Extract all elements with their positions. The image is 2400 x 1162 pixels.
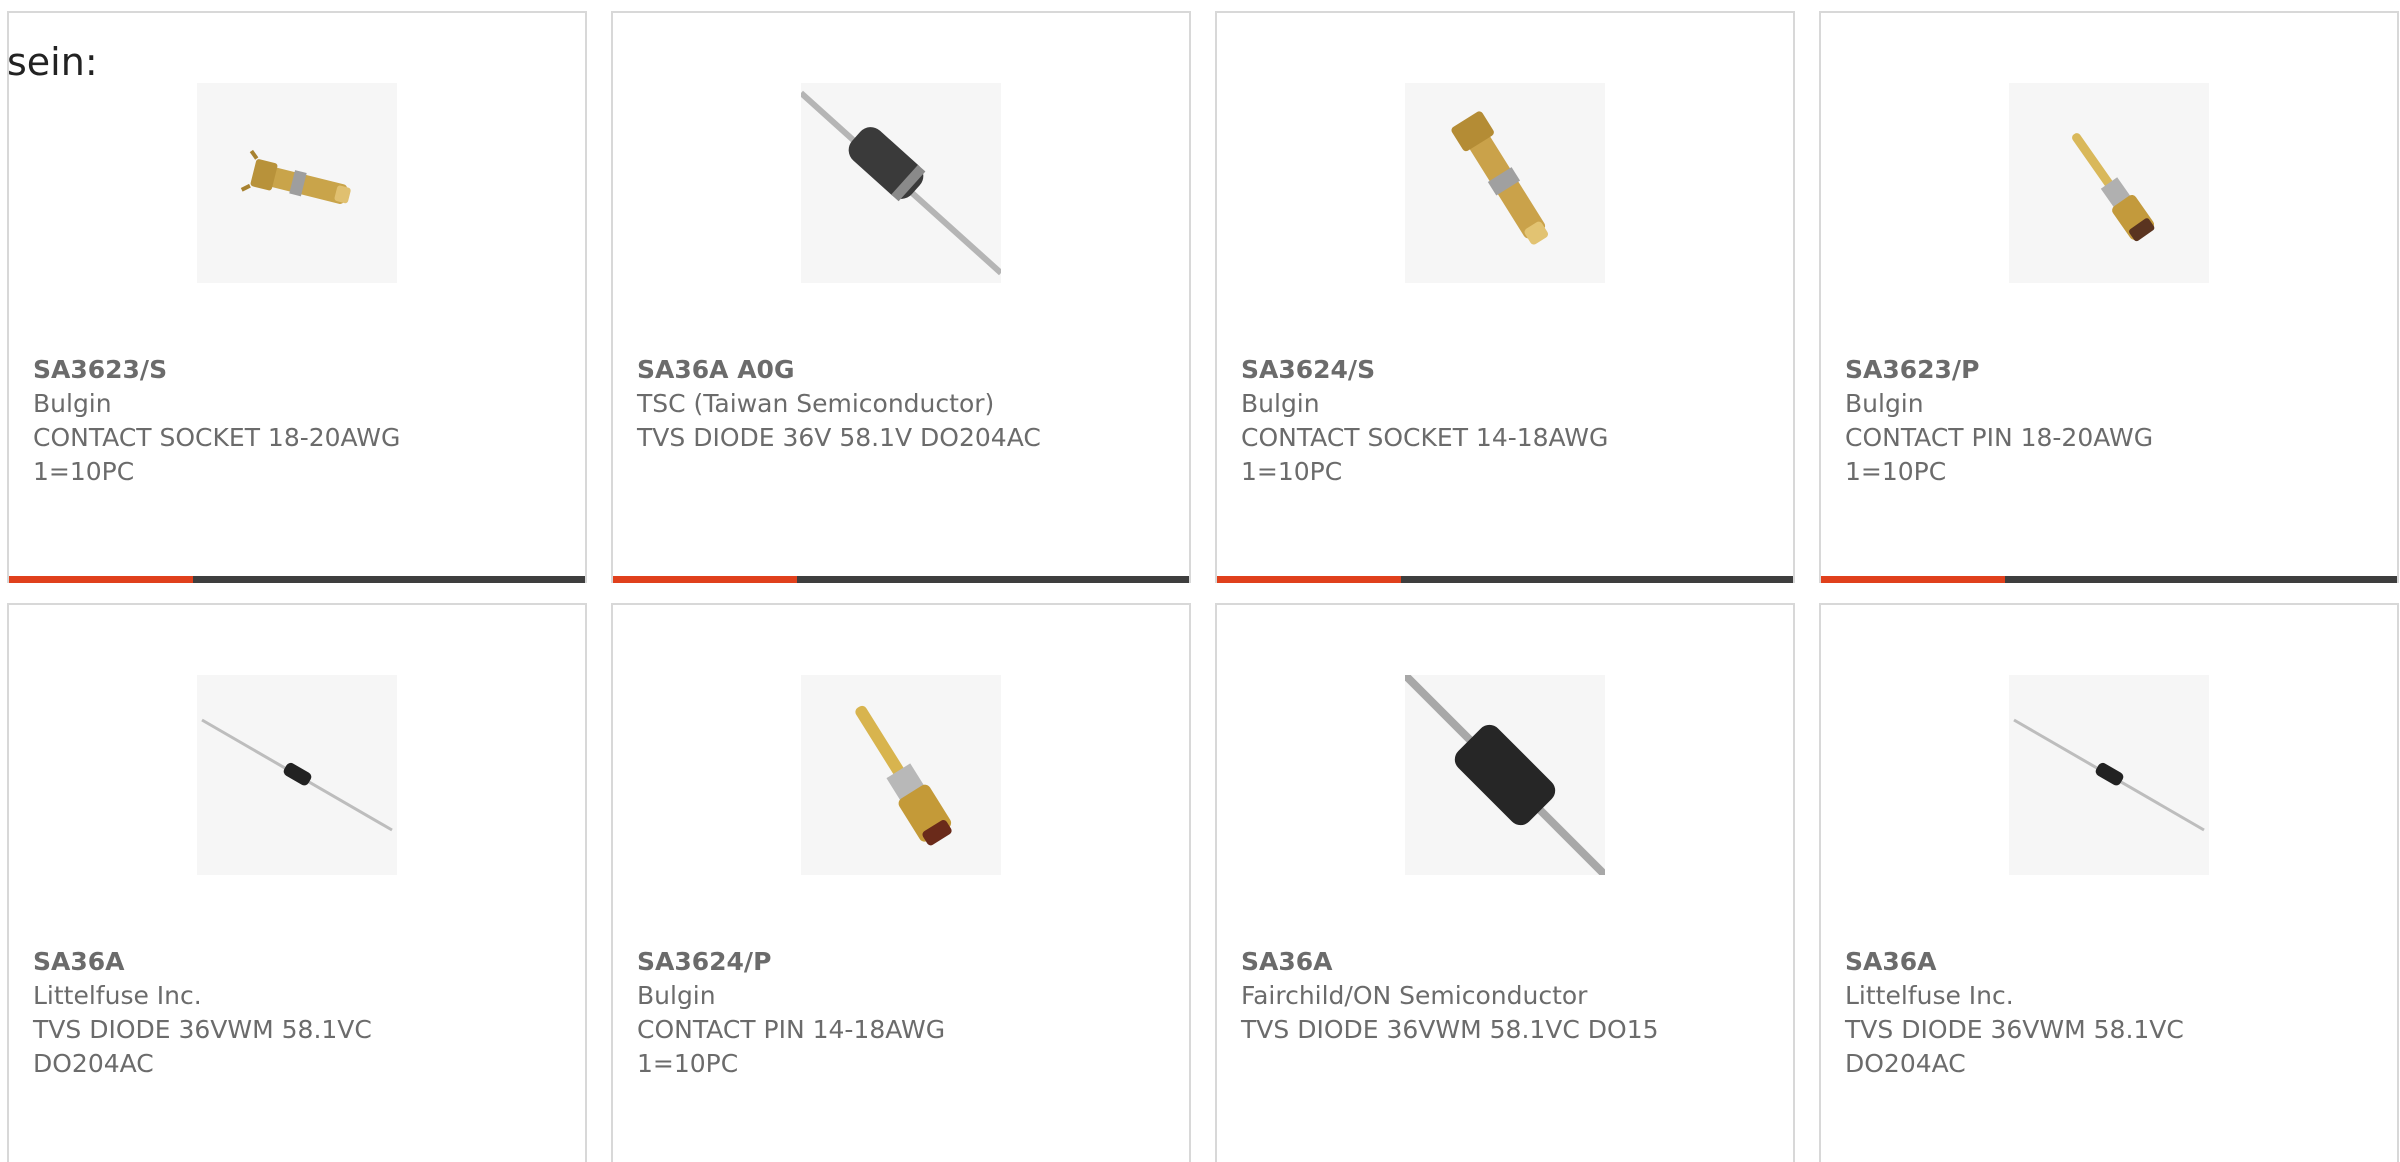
product-info: SA36A A0G TSC (Taiwan Semiconductor) TVS… <box>637 353 1177 455</box>
product-card[interactable]: SA3623/P Bulgin CONTACT PIN 18-20AWG 1=1… <box>1819 11 2399 583</box>
part-number[interactable]: SA36A <box>33 945 573 979</box>
progress-fill <box>9 576 194 583</box>
description: CONTACT SOCKET 14-18AWG <box>1241 423 1609 452</box>
description-extra: 1=10PC <box>1241 457 1343 486</box>
manufacturer: Bulgin <box>637 981 716 1010</box>
product-card[interactable]: SA3623/S Bulgin CONTACT SOCKET 18-20AWG … <box>7 11 587 583</box>
product-image <box>2009 675 2209 875</box>
product-info: SA36A Fairchild/ON Semiconductor TVS DIO… <box>1241 945 1781 1047</box>
progress-fill <box>1821 576 2006 583</box>
product-image <box>1405 83 1605 283</box>
axial-diode-icon <box>1405 675 1605 875</box>
product-card[interactable]: SA36A Littelfuse Inc. TVS DIODE 36VWM 58… <box>7 603 587 1162</box>
part-number[interactable]: SA36A A0G <box>637 353 1177 387</box>
product-card[interactable]: SA3624/P Bulgin CONTACT PIN 14-18AWG 1=1… <box>611 603 1191 1162</box>
progress-bar <box>613 576 1189 583</box>
product-info: SA3624/S Bulgin CONTACT SOCKET 14-18AWG … <box>1241 353 1781 489</box>
product-info: SA3623/P Bulgin CONTACT PIN 18-20AWG 1=1… <box>1845 353 2385 489</box>
product-info: SA3623/S Bulgin CONTACT SOCKET 18-20AWG … <box>33 353 573 489</box>
overlay-text: sein: <box>7 40 98 84</box>
progress-bar <box>9 576 585 583</box>
manufacturer: Bulgin <box>33 389 112 418</box>
gold-pin-contact-icon <box>801 675 1001 875</box>
small-axial-diode-icon <box>197 675 397 875</box>
product-image <box>801 675 1001 875</box>
manufacturer: Littelfuse Inc. <box>1845 981 2014 1010</box>
product-info: SA3624/P Bulgin CONTACT PIN 14-18AWG 1=1… <box>637 945 1177 1081</box>
manufacturer: TSC (Taiwan Semiconductor) <box>637 389 995 418</box>
part-number[interactable]: SA3623/S <box>33 353 573 387</box>
product-card[interactable]: SA36A Fairchild/ON Semiconductor TVS DIO… <box>1215 603 1795 1162</box>
description-extra: 1=10PC <box>637 1049 739 1078</box>
description: TVS DIODE 36V 58.1V DO204AC <box>637 423 1041 452</box>
progress-fill <box>613 576 798 583</box>
manufacturer: Fairchild/ON Semiconductor <box>1241 981 1588 1010</box>
product-card[interactable]: SA36A Littelfuse Inc. TVS DIODE 36VWM 58… <box>1819 603 2399 1162</box>
description: TVS DIODE 36VWM 58.1VC <box>33 1015 372 1044</box>
description: CONTACT PIN 14-18AWG <box>637 1015 946 1044</box>
progress-bar <box>1217 576 1793 583</box>
progress-fill <box>1217 576 1402 583</box>
product-image <box>2009 83 2209 283</box>
description-extra: 1=10PC <box>33 457 135 486</box>
manufacturer: Littelfuse Inc. <box>33 981 202 1010</box>
gold-pin-contact-icon <box>2009 83 2209 283</box>
part-number[interactable]: SA36A <box>1845 945 2385 979</box>
product-info: SA36A Littelfuse Inc. TVS DIODE 36VWM 58… <box>33 945 573 1081</box>
part-number[interactable]: SA3623/P <box>1845 353 2385 387</box>
gold-socket-contact-icon <box>1405 83 1605 283</box>
product-card[interactable]: SA36A A0G TSC (Taiwan Semiconductor) TVS… <box>611 11 1191 583</box>
part-number[interactable]: SA36A <box>1241 945 1781 979</box>
description-extra: DO204AC <box>33 1049 154 1078</box>
gold-socket-contact-icon <box>197 83 397 283</box>
description: CONTACT SOCKET 18-20AWG <box>33 423 401 452</box>
product-image <box>1405 675 1605 875</box>
progress-bar <box>1821 576 2397 583</box>
description-extra: 1=10PC <box>1845 457 1947 486</box>
axial-diode-icon <box>801 83 1001 283</box>
product-image <box>197 83 397 283</box>
description-extra: DO204AC <box>1845 1049 1966 1078</box>
small-axial-diode-icon <box>2009 675 2209 875</box>
part-number[interactable]: SA3624/S <box>1241 353 1781 387</box>
description: TVS DIODE 36VWM 58.1VC DO15 <box>1241 1015 1659 1044</box>
product-image <box>801 83 1001 283</box>
product-info: SA36A Littelfuse Inc. TVS DIODE 36VWM 58… <box>1845 945 2385 1081</box>
description: TVS DIODE 36VWM 58.1VC <box>1845 1015 2184 1044</box>
product-grid-page: sein: SA3623/S Bulgin CONTACT SOCKET 18-… <box>0 0 2400 1162</box>
part-number[interactable]: SA3624/P <box>637 945 1177 979</box>
manufacturer: Bulgin <box>1241 389 1320 418</box>
product-image <box>197 675 397 875</box>
product-grid: SA3623/S Bulgin CONTACT SOCKET 18-20AWG … <box>7 11 2399 1162</box>
description: CONTACT PIN 18-20AWG <box>1845 423 2154 452</box>
manufacturer: Bulgin <box>1845 389 1924 418</box>
product-card[interactable]: SA3624/S Bulgin CONTACT SOCKET 14-18AWG … <box>1215 11 1795 583</box>
